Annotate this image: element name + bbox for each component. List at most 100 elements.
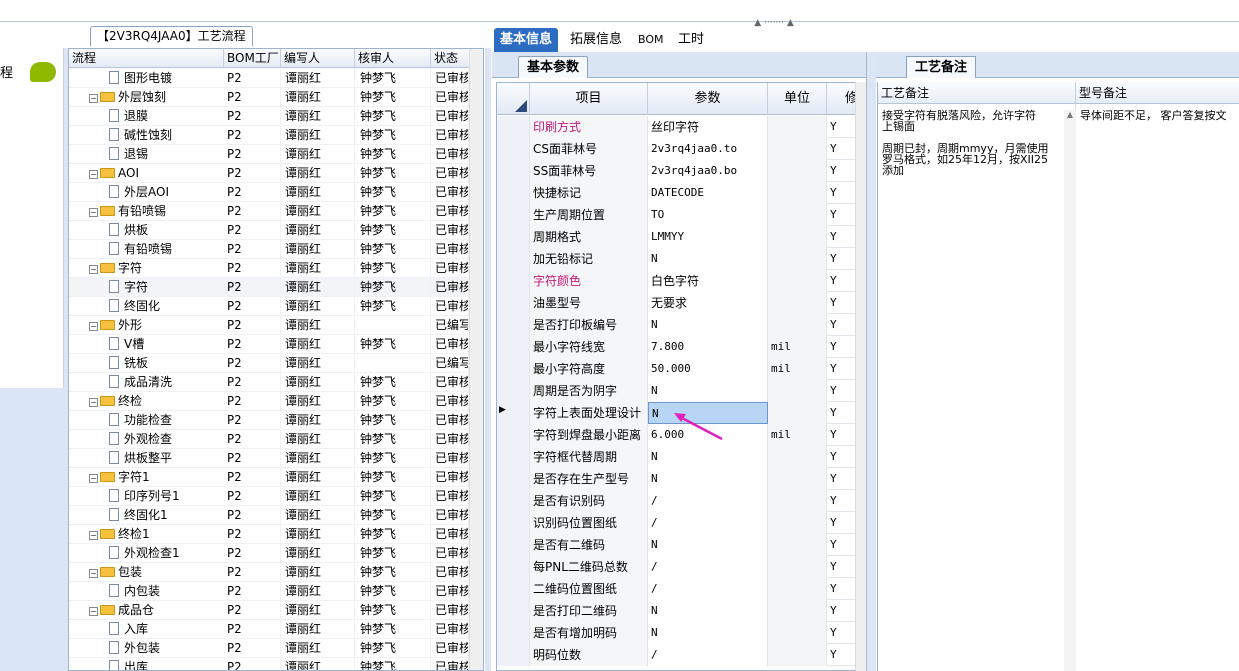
row-header[interactable] xyxy=(497,226,530,248)
tree-node[interactable]: 出库 xyxy=(109,658,148,670)
tree-row[interactable]: − 外层蚀刻 P2 谭丽红 钟梦飞 已审核 xyxy=(69,88,469,107)
tree-node[interactable]: V槽 xyxy=(109,335,144,354)
grid-row[interactable]: 字符颜色 白色字符 Y xyxy=(497,270,855,292)
tree-node[interactable]: 外观检查1 xyxy=(109,544,180,563)
row-header[interactable] xyxy=(497,534,530,556)
tree-row[interactable]: 图形电镀 P2 谭丽红 钟梦飞 已审核 xyxy=(69,69,469,88)
tree-node[interactable]: − 有铅喷锡 xyxy=(89,202,166,221)
tree-scrollbar[interactable] xyxy=(469,50,483,670)
splitter-grip[interactable]: ▲ ······· ▲ xyxy=(740,18,808,28)
row-header[interactable] xyxy=(497,578,530,600)
tree-node[interactable]: − 终检 xyxy=(89,392,142,411)
tree-row[interactable]: − AOI P2 谭丽红 钟梦飞 已审核 xyxy=(69,164,469,183)
grid-cell-unit[interactable] xyxy=(768,556,827,578)
grid-row[interactable]: 识别码位置图纸 / Y xyxy=(497,512,855,534)
grid-cell-modify[interactable]: Y xyxy=(827,600,855,622)
grid-cell-modify[interactable]: Y xyxy=(827,578,855,600)
grid-cell-unit[interactable] xyxy=(768,226,827,248)
grid-cell-modify[interactable]: Y xyxy=(827,292,855,314)
grid-cell-param[interactable]: / xyxy=(648,512,768,534)
tree-node[interactable]: 终固化 xyxy=(109,297,160,316)
collapse-icon[interactable]: − xyxy=(89,170,98,179)
tab-basic-info[interactable]: 基本信息 xyxy=(494,28,559,52)
grid-row[interactable]: CS面菲林号 2v3rq4jaa0.to Y xyxy=(497,138,855,160)
grid-row[interactable]: 是否有二维码 N Y xyxy=(497,534,855,556)
mid-splitter[interactable] xyxy=(485,48,491,671)
row-header[interactable] xyxy=(497,622,530,644)
grid-row[interactable]: 最小字符线宽 7.800 mil Y xyxy=(497,336,855,358)
tree-row[interactable]: − 终检1 P2 谭丽红 钟梦飞 已审核 xyxy=(69,525,469,544)
grid-cell-modify[interactable]: Y xyxy=(827,402,855,424)
tree-col-status[interactable]: 状态 xyxy=(431,49,471,68)
grid-cell-unit[interactable] xyxy=(768,182,827,204)
tree-node[interactable]: 外层AOI xyxy=(109,183,169,202)
row-header[interactable] xyxy=(497,160,530,182)
grid-cell-param[interactable]: DATECODE xyxy=(648,182,768,204)
grid-cell-unit[interactable] xyxy=(768,314,827,336)
tree-row[interactable]: 烘板 P2 谭丽红 钟梦飞 已审核 xyxy=(69,221,469,240)
tree-node[interactable]: 有铅喷锡 xyxy=(109,240,172,259)
collapse-icon[interactable]: − xyxy=(89,208,98,217)
grid-cell-param[interactable]: N xyxy=(648,468,768,490)
row-header[interactable] xyxy=(497,644,530,666)
grid-cell-modify[interactable]: Y xyxy=(827,380,855,402)
grid-col-param[interactable]: 参数 xyxy=(648,83,768,115)
grid-cell-param[interactable]: / xyxy=(648,556,768,578)
grid-cell-modify[interactable]: Y xyxy=(827,314,855,336)
row-header[interactable] xyxy=(497,512,530,534)
grid-cell-unit[interactable] xyxy=(768,468,827,490)
collapse-icon[interactable]: − xyxy=(89,398,98,407)
row-header[interactable] xyxy=(497,490,530,512)
tree-node[interactable]: 烘板整平 xyxy=(109,449,172,468)
grid-cell-unit[interactable] xyxy=(768,578,827,600)
tree-node[interactable]: − 终检1 xyxy=(89,525,150,544)
grid-cell-param[interactable]: 无要求 xyxy=(648,292,768,314)
row-header[interactable] xyxy=(497,600,530,622)
tree-row[interactable]: 终固化 P2 谭丽红 钟梦飞 已审核 xyxy=(69,297,469,316)
grid-cell-param[interactable]: N xyxy=(648,600,768,622)
tree-row[interactable]: − 终检 P2 谭丽红 钟梦飞 已审核 xyxy=(69,392,469,411)
grid-cell-unit[interactable] xyxy=(768,138,827,160)
grid-cell-modify[interactable]: Y xyxy=(827,336,855,358)
tree-row[interactable]: − 字符 P2 谭丽红 钟梦飞 已审核 xyxy=(69,259,469,278)
grid-cell-modify[interactable]: Y xyxy=(827,116,855,138)
grid-cell-modify[interactable]: Y xyxy=(827,138,855,160)
grid-cell-modify[interactable]: Y xyxy=(827,204,855,226)
tree-node[interactable]: − 外层蚀刻 xyxy=(89,88,166,107)
grid-row[interactable]: SS面菲林号 2v3rq4jaa0.bo Y xyxy=(497,160,855,182)
tree-row[interactable]: 功能检查 P2 谭丽红 钟梦飞 已审核 xyxy=(69,411,469,430)
grid-cell-unit[interactable] xyxy=(768,512,827,534)
tab-bom[interactable]: BOM xyxy=(632,28,670,52)
grid-cell-unit[interactable] xyxy=(768,204,827,226)
grid-cell-param[interactable]: 50.000 xyxy=(648,358,768,380)
grid-row[interactable]: 加无铅标记 N Y xyxy=(497,248,855,270)
grid-cell-param[interactable]: 2v3rq4jaa0.to xyxy=(648,138,768,160)
tree-row[interactable]: 外包装 P2 谭丽红 钟梦飞 已审核 xyxy=(69,639,469,658)
grid-cell-modify[interactable]: Y xyxy=(827,226,855,248)
tree-node[interactable]: 终固化1 xyxy=(109,506,168,525)
grid-col-modify[interactable]: 修 xyxy=(827,83,855,115)
tree-node[interactable]: 退膜 xyxy=(109,107,148,126)
tree-row[interactable]: 退锡 P2 谭丽红 钟梦飞 已审核 xyxy=(69,145,469,164)
collapse-icon[interactable]: − xyxy=(89,265,98,274)
grid-row[interactable]: 是否打印二维码 N Y xyxy=(497,600,855,622)
tree-row[interactable]: − 包装 P2 谭丽红 钟梦飞 已审核 xyxy=(69,563,469,582)
grid-row[interactable]: 油墨型号 无要求 Y xyxy=(497,292,855,314)
tree-col-bom[interactable]: BOM工厂 xyxy=(224,49,281,68)
tree-node[interactable]: 烘板 xyxy=(109,221,148,240)
tab-extended-info[interactable]: 拓展信息 xyxy=(564,28,628,52)
tree-row[interactable]: 铣板 P2 谭丽红 已编写 xyxy=(69,354,469,373)
tree-row[interactable]: 外层AOI P2 谭丽红 钟梦飞 已审核 xyxy=(69,183,469,202)
process-flow-tab[interactable]: 【2V3RQ4JAA0】工艺流程 xyxy=(90,26,253,46)
grid-row[interactable]: 印刷方式 丝印字符 Y xyxy=(497,116,855,138)
grid-row[interactable]: 是否存在生产型号 N Y xyxy=(497,468,855,490)
tree-node[interactable]: 入库 xyxy=(109,620,148,639)
grid-cell-param[interactable]: 丝印字符 xyxy=(648,116,768,138)
tree-node[interactable]: − 字符1 xyxy=(89,468,150,487)
collapse-icon[interactable]: − xyxy=(89,607,98,616)
grid-row[interactable]: 周期是否为阴字 N Y xyxy=(497,380,855,402)
grid-cell-unit[interactable] xyxy=(768,622,827,644)
tree-node[interactable]: − 包装 xyxy=(89,563,142,582)
row-header[interactable] xyxy=(497,138,530,160)
collapse-icon[interactable]: − xyxy=(89,322,98,331)
